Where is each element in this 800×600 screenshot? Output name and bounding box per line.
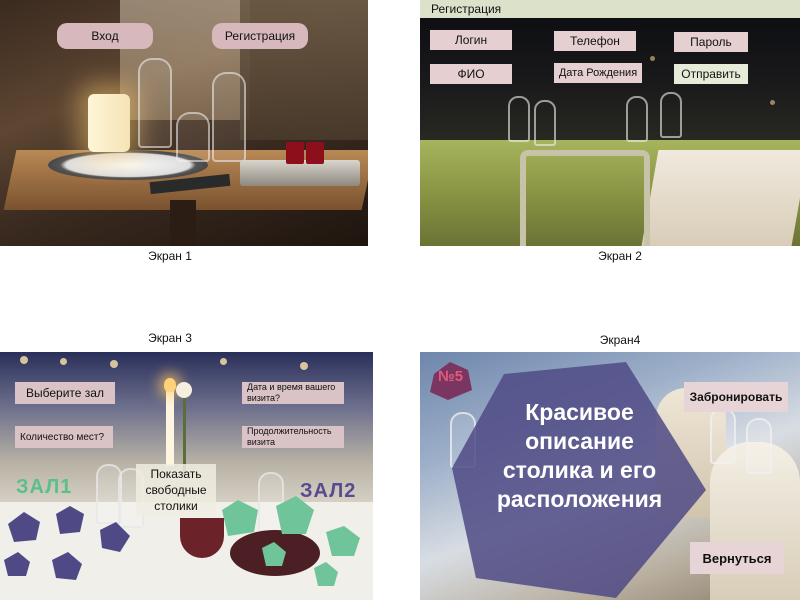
background-window bbox=[240, 0, 368, 140]
hall1-table[interactable] bbox=[56, 506, 84, 534]
phone-input[interactable]: Телефон bbox=[554, 31, 636, 51]
screen-1-welcome: Вход Регистрация bbox=[0, 0, 368, 246]
hall2-table[interactable] bbox=[326, 526, 360, 556]
hall2-table[interactable] bbox=[314, 562, 338, 586]
screen-3-booking: ЗАЛ1 ЗАЛ2 Выберите зал Количество мест? … bbox=[0, 352, 373, 600]
jam-jar bbox=[306, 142, 324, 164]
wine-glass bbox=[138, 58, 172, 148]
password-input[interactable]: Пароль bbox=[674, 32, 748, 52]
visit-datetime-field[interactable]: Дата и время вашего визита? bbox=[242, 382, 344, 404]
wine-glass bbox=[534, 100, 556, 146]
screen-4-caption: Экран4 bbox=[599, 333, 641, 347]
table-leg bbox=[170, 200, 196, 246]
fio-input[interactable]: ФИО bbox=[430, 64, 512, 84]
chair-back bbox=[520, 150, 650, 246]
hall1-table[interactable] bbox=[52, 552, 82, 580]
submit-button[interactable]: Отправить bbox=[674, 64, 748, 84]
bokeh-light bbox=[650, 56, 655, 61]
candle bbox=[88, 94, 130, 152]
wine-glass bbox=[660, 92, 682, 138]
screen-3-caption: Экран 3 bbox=[148, 331, 192, 345]
book-button[interactable]: Забронировать bbox=[684, 382, 788, 412]
table-description: Красивое описание столика и его располож… bbox=[496, 399, 663, 512]
storyboard-page: Вход Регистрация Экран 1 Регистрация Лог… bbox=[0, 0, 800, 600]
hall1-table[interactable] bbox=[8, 512, 40, 542]
seats-count-field[interactable]: Количество мест? bbox=[15, 426, 113, 448]
back-button[interactable]: Вернуться bbox=[690, 542, 784, 574]
registration-header: Регистрация bbox=[420, 0, 800, 18]
hall2-label: ЗАЛ2 bbox=[300, 480, 357, 502]
screen-2-caption: Экран 2 bbox=[598, 249, 642, 263]
visit-duration-field[interactable]: Продолжительность визита bbox=[242, 426, 344, 448]
hall2-table[interactable] bbox=[222, 500, 258, 536]
wine-glass bbox=[212, 72, 246, 162]
register-button[interactable]: Регистрация bbox=[212, 23, 308, 49]
birthdate-input[interactable]: Дата Рождения bbox=[554, 63, 642, 83]
hall1-table[interactable] bbox=[100, 522, 130, 552]
hall1-label: ЗАЛ1 bbox=[16, 476, 73, 498]
screen-2-registration: Регистрация Логин Телефон Пароль ФИО Дат… bbox=[420, 0, 800, 246]
choose-hall-button[interactable]: Выберите зал bbox=[15, 382, 115, 404]
screen-4-table-details: №5 Красивое описание столика и его распо… bbox=[420, 352, 800, 600]
wine-glass bbox=[626, 96, 648, 142]
hall1-table[interactable] bbox=[4, 552, 30, 576]
water-glass bbox=[176, 112, 210, 162]
login-button[interactable]: Вход bbox=[57, 23, 153, 49]
login-input[interactable]: Логин bbox=[430, 30, 512, 50]
show-free-tables-button[interactable]: Показать свободные столики bbox=[136, 464, 216, 516]
bokeh-light bbox=[770, 100, 775, 105]
table-number: №5 bbox=[438, 368, 464, 385]
wine-glass bbox=[508, 96, 530, 142]
jam-jar bbox=[286, 142, 304, 164]
hall2-table[interactable] bbox=[262, 542, 286, 566]
table-cloth-right bbox=[641, 150, 800, 246]
screen-1-caption: Экран 1 bbox=[148, 249, 192, 263]
